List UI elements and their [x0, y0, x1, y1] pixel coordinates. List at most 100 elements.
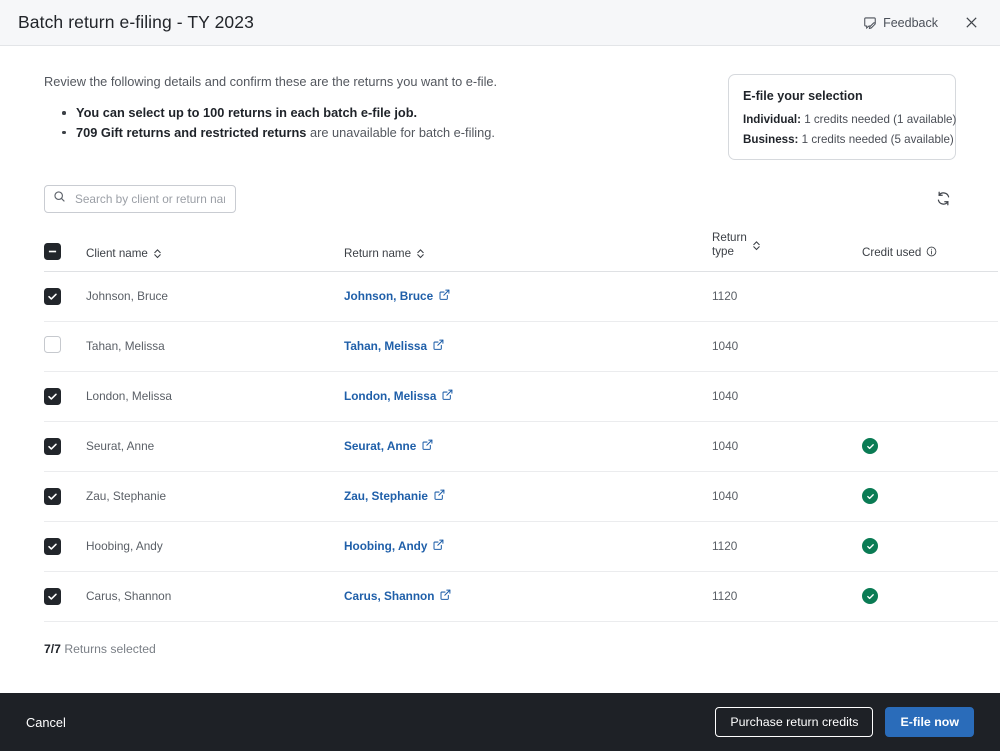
row-select-cell — [44, 571, 86, 622]
dialog-titlebar: Batch return e-filing - TY 2023 Feedback — [0, 0, 1000, 46]
row-checkbox[interactable] — [44, 287, 61, 305]
sort-icon[interactable] — [416, 248, 425, 259]
select-all-checkbox[interactable] — [44, 242, 61, 260]
row-checkbox[interactable] — [44, 336, 61, 354]
card-row-individual: Individual: 1 credits needed (1 availabl… — [743, 113, 956, 126]
client-name-cell: London, Melissa — [86, 371, 344, 422]
select-all-header — [44, 224, 86, 272]
return-name-text: Zau, Stephanie — [344, 489, 428, 504]
return-name-link[interactable]: Johnson, Bruce — [344, 289, 450, 303]
return-name-link[interactable]: London, Melissa — [344, 389, 453, 403]
card-row-label: Individual: — [743, 113, 801, 126]
card-row-business: Business: 1 credits needed (5 available) — [743, 133, 954, 146]
return-type-cell: 1040 — [712, 471, 862, 522]
returns-table: Client name Return name Return type Cred… — [44, 224, 998, 622]
table-row: Johnson, Bruce Johnson, Bruce 1120 — [44, 271, 998, 322]
table-row: Seurat, Anne Seurat, Anne 1040 — [44, 421, 998, 472]
sort-icon[interactable] — [752, 240, 761, 251]
return-name-text: Seurat, Anne — [344, 439, 417, 454]
return-name-link[interactable]: Hoobing, Andy — [344, 539, 444, 553]
return-name-link[interactable]: Carus, Shannon — [344, 589, 451, 603]
client-name-cell: Carus, Shannon — [86, 571, 344, 622]
card-row-available: (5 available) — [890, 133, 954, 146]
row-select-cell — [44, 321, 86, 372]
column-label-wrap: Return type — [712, 231, 747, 260]
table-row: London, Melissa London, Melissa 1040 — [44, 371, 998, 422]
column-label: Return name — [344, 246, 412, 260]
search-box[interactable] — [44, 184, 236, 213]
column-header-return-name[interactable]: Return name — [344, 224, 712, 272]
table-header-row: Client name Return name Return type Cred… — [44, 224, 998, 272]
batch-efiling-dialog: Batch return e-filing - TY 2023 Feedback… — [0, 0, 1000, 751]
selection-summary: 7/7 Returns selected — [44, 642, 956, 656]
search-input[interactable] — [73, 190, 227, 207]
card-row-value: 1 credits needed — [801, 133, 888, 146]
external-link-icon — [434, 489, 445, 503]
table-toolbar — [44, 184, 956, 213]
efile-now-button[interactable]: E-file now — [885, 707, 974, 737]
return-name-text: Carus, Shannon — [344, 589, 435, 604]
efile-selection-card: E-file your selection Individual: 1 cred… — [728, 74, 956, 160]
column-label: Client name — [86, 246, 148, 260]
credit-used-badge — [862, 588, 878, 605]
credit-used-cell — [862, 271, 998, 322]
search-icon — [53, 190, 66, 208]
feedback-pencil-icon — [863, 16, 877, 30]
row-select-cell — [44, 271, 86, 322]
card-row-label: Business: — [743, 133, 799, 146]
table-row: Zau, Stephanie Zau, Stephanie 1040 — [44, 471, 998, 522]
credit-used-cell — [862, 321, 998, 372]
client-name-cell: Hoobing, Andy — [86, 521, 344, 572]
return-name-cell: London, Melissa — [344, 371, 712, 422]
return-name-text: Johnson, Bruce — [344, 289, 434, 304]
client-name-cell: Seurat, Anne — [86, 421, 344, 472]
credit-used-badge — [862, 438, 878, 455]
row-checkbox[interactable] — [44, 487, 61, 505]
external-link-icon — [433, 339, 444, 353]
feedback-label: Feedback — [883, 15, 938, 30]
selection-label: Returns selected — [64, 641, 156, 656]
external-link-icon — [422, 439, 433, 453]
dialog-footer: Cancel Purchase return credits E-file no… — [0, 693, 1000, 751]
external-link-icon — [433, 539, 444, 553]
cancel-button[interactable]: Cancel — [26, 715, 66, 730]
close-icon[interactable] — [960, 12, 982, 34]
column-header-return-type[interactable]: Return type — [712, 224, 862, 272]
info-icon[interactable] — [926, 246, 937, 260]
client-name-cell: Tahan, Melissa — [86, 321, 344, 372]
card-row-available: (1 available) — [893, 113, 957, 126]
dialog-content: Review the following details and confirm… — [0, 46, 1000, 693]
return-name-cell: Carus, Shannon — [344, 571, 712, 622]
return-name-link[interactable]: Zau, Stephanie — [344, 489, 445, 503]
return-name-link[interactable]: Seurat, Anne — [344, 439, 433, 453]
row-checkbox[interactable] — [44, 537, 61, 555]
client-name-cell: Johnson, Bruce — [86, 271, 344, 322]
return-type-cell: 1120 — [712, 521, 862, 572]
feedback-button[interactable]: Feedback — [863, 16, 938, 30]
return-type-cell: 1120 — [712, 271, 862, 322]
row-select-cell — [44, 371, 86, 422]
credit-used-cell — [862, 371, 998, 422]
column-header-client-name[interactable]: Client name — [86, 224, 344, 272]
column-label: Credit used — [862, 246, 922, 260]
purchase-return-credits-button[interactable]: Purchase return credits — [715, 707, 874, 737]
return-name-cell: Hoobing, Andy — [344, 521, 712, 572]
column-label-line2: type — [712, 245, 734, 259]
return-type-cell: 1040 — [712, 421, 862, 472]
credit-used-cell — [862, 571, 998, 622]
sort-icon[interactable] — [153, 248, 162, 259]
return-name-cell: Tahan, Melissa — [344, 321, 712, 372]
refresh-icon[interactable] — [930, 186, 956, 212]
row-checkbox[interactable] — [44, 387, 61, 405]
card-title: E-file your selection — [743, 89, 863, 103]
row-checkbox[interactable] — [44, 587, 61, 605]
row-checkbox[interactable] — [44, 437, 61, 455]
selection-count: 7/7 — [44, 641, 61, 656]
return-name-link[interactable]: Tahan, Melissa — [344, 339, 444, 353]
note-bold: You can select up to 100 returns in each… — [76, 105, 418, 120]
return-type-cell: 1120 — [712, 571, 862, 622]
return-name-text: London, Melissa — [344, 389, 437, 404]
note-rest: are unavailable for batch e-filing. — [306, 124, 495, 140]
page-title: Batch return e-filing - TY 2023 — [18, 12, 254, 32]
row-select-cell — [44, 521, 86, 572]
